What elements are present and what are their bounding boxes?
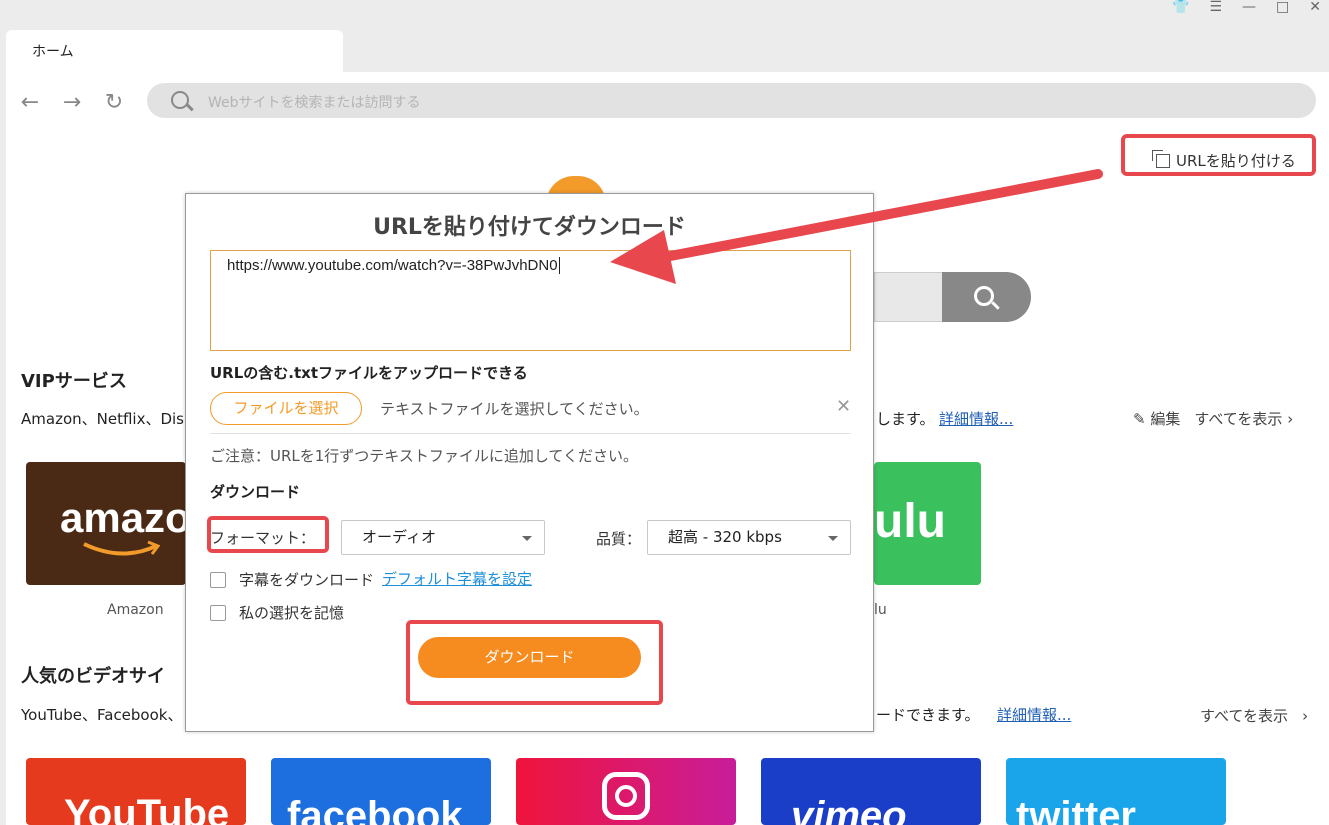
vip-section-subtitle: Amazon、Netflix、Disn xyxy=(21,410,194,428)
format-select-value: オーディオ xyxy=(362,528,436,546)
instagram-icon xyxy=(602,772,650,820)
chevron-right-icon: › xyxy=(1302,706,1309,725)
nav-controls: ← → ↻ xyxy=(18,90,126,115)
popular-section-subtitle: YouTube、Facebook、 xyxy=(21,706,183,724)
paste-url-dialog: URLを貼り付けてダウンロード https://www.youtube.com/… xyxy=(185,193,874,732)
dialog-title: URLを貼り付けてダウンロード xyxy=(373,215,686,240)
choose-file-button[interactable]: ファイルを選択 xyxy=(210,392,362,425)
tile-hulu-label: lu xyxy=(874,602,887,618)
default-subtitle-link[interactable]: デフォルト字幕を設定 xyxy=(382,568,532,589)
tile-youtube[interactable]: YouTube xyxy=(26,758,246,825)
note-text: ご注意：URLを1行ずつテキストファイルに追加してください。 xyxy=(210,447,638,465)
popular-more-link[interactable]: 詳細情報... xyxy=(997,704,1071,725)
chevron-right-icon: › xyxy=(1287,410,1294,428)
vip-show-all[interactable]: すべてを表示 › xyxy=(1194,408,1293,429)
hulu-logo-text: ulu xyxy=(874,495,946,548)
reload-icon[interactable]: ↻ xyxy=(102,90,126,115)
window-controls: 👕 ☰ — □ ✕ xyxy=(1172,0,1321,14)
vip-section-title: VIPサービス xyxy=(21,371,127,392)
amazon-smile-icon xyxy=(83,540,161,556)
address-bar[interactable]: Webサイトを検索または訪問する xyxy=(147,83,1316,118)
divider xyxy=(210,433,851,434)
tile-facebook[interactable]: facebook xyxy=(271,758,491,825)
show-all-label: すべてを表示 xyxy=(1200,707,1289,725)
back-arrow-icon[interactable]: ← xyxy=(18,90,42,115)
facebook-logo-text: facebook xyxy=(287,794,463,825)
url-textarea[interactable]: https://www.youtube.com/watch?v=-38PwJvh… xyxy=(210,250,851,351)
quality-label: 品質： xyxy=(596,530,642,548)
file-hint-text: テキストファイルを選択してください。 xyxy=(380,400,649,418)
show-all-label: すべてを表示 xyxy=(1194,410,1283,428)
vimeo-logo-text: vimeo xyxy=(791,794,907,825)
vip-more-link[interactable]: 詳細情報... xyxy=(939,408,1013,429)
skin-icon[interactable]: 👕 xyxy=(1172,0,1189,14)
vip-actions: ✎ 編集 すべてを表示 › xyxy=(1133,408,1293,429)
tile-amazon[interactable]: amazo xyxy=(26,462,186,585)
remember-checkbox[interactable] xyxy=(210,605,226,621)
tile-hulu[interactable]: ulu xyxy=(874,462,981,585)
url-textarea-value: https://www.youtube.com/watch?v=-38PwJvh… xyxy=(227,257,560,274)
paste-url-button[interactable]: URLを貼り付ける xyxy=(1152,149,1296,171)
download-heading: ダウンロード xyxy=(210,483,301,501)
dropdown-arrow-icon xyxy=(522,536,532,541)
quality-select-value: 超高 - 320 kbps xyxy=(668,528,782,546)
format-select[interactable]: オーディオ xyxy=(341,520,545,555)
tile-vimeo[interactable]: vimeo xyxy=(761,758,981,825)
clear-file-icon[interactable]: ✕ xyxy=(836,396,851,417)
quality-select[interactable]: 超高 - 320 kbps xyxy=(647,520,851,555)
minimize-icon[interactable]: — xyxy=(1242,0,1256,14)
dropdown-arrow-icon xyxy=(828,536,838,541)
popular-section-title: 人気のビデオサイ xyxy=(21,666,165,687)
forward-arrow-icon[interactable]: → xyxy=(60,90,84,115)
paste-url-label: URLを貼り付ける xyxy=(1176,152,1296,170)
twitter-logo-text: twitter xyxy=(1016,794,1136,825)
edit-button[interactable]: ✎ 編集 xyxy=(1133,408,1180,429)
download-button[interactable]: ダウンロード xyxy=(418,637,641,678)
format-label: フォーマット： xyxy=(210,529,316,547)
remember-checkbox-label: 私の選択を記憶 xyxy=(239,604,345,622)
upload-section-title: URLの含む.txtファイルをアップロードできる xyxy=(210,364,528,382)
tile-instagram[interactable] xyxy=(516,758,736,825)
maximize-icon[interactable]: □ xyxy=(1276,0,1289,14)
menu-icon[interactable]: ☰ xyxy=(1209,0,1222,14)
tab-label: ホーム xyxy=(32,44,74,60)
edit-label: 編集 xyxy=(1150,410,1181,428)
copy-icon xyxy=(1152,149,1170,168)
search-icon xyxy=(974,286,994,306)
youtube-logo-text: YouTube xyxy=(64,792,230,825)
pencil-icon: ✎ xyxy=(1133,410,1146,428)
close-icon[interactable]: ✕ xyxy=(1309,0,1321,14)
tile-amazon-label: Amazon xyxy=(107,602,164,618)
search-icon xyxy=(171,91,189,109)
amazon-logo-text: amazo xyxy=(60,494,186,541)
tile-twitter[interactable]: twitter xyxy=(1006,758,1226,825)
subtitle-checkbox-label: 字幕をダウンロード xyxy=(239,571,375,589)
main-search xyxy=(874,272,1031,322)
main-search-button[interactable] xyxy=(942,272,1031,322)
address-bar-placeholder: Webサイトを検索または訪問する xyxy=(208,95,421,111)
subtitle-checkbox[interactable] xyxy=(210,572,226,588)
tab-home[interactable]: ホーム xyxy=(6,30,343,72)
vip-section-subtitle-end: します。 xyxy=(876,410,935,428)
popular-show-all[interactable]: すべてを表示 › xyxy=(1200,705,1308,726)
popular-section-subtitle-end: ードできます。 xyxy=(876,706,980,724)
